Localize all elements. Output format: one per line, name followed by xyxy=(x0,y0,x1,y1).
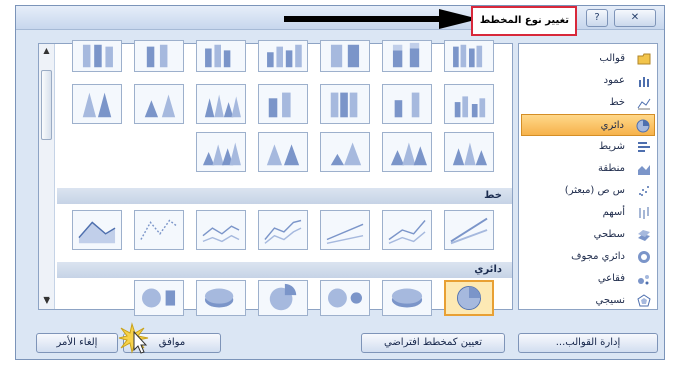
set-as-default-button[interactable]: تعيين كمخطط افتراضي xyxy=(361,333,505,353)
category-area[interactable]: منطقة xyxy=(521,158,655,180)
chart-type-line-markers[interactable] xyxy=(258,210,308,250)
scroll-down-icon[interactable]: ▼ xyxy=(39,296,55,308)
category-line[interactable]: خط xyxy=(521,92,655,114)
section-header-line: خط xyxy=(57,188,512,204)
title-bar: تغيير نوع المخطط ? ✕ xyxy=(16,6,664,36)
chart-type-3d-clustered-column[interactable] xyxy=(444,40,494,72)
chart-type-cylinder-stacked[interactable] xyxy=(382,84,432,124)
scroll-up-icon[interactable]: ▲ xyxy=(40,46,53,58)
surface-chart-icon xyxy=(638,230,650,241)
category-column[interactable]: عمود xyxy=(521,70,655,92)
chart-type-100-stacked-line-markers[interactable] xyxy=(382,210,432,250)
category-pie[interactable]: دائري xyxy=(521,114,655,136)
doughnut-chart-icon xyxy=(638,251,650,263)
category-bar[interactable]: شريط xyxy=(521,136,655,158)
close-button[interactable]: ✕ xyxy=(614,9,656,27)
chart-type-pyramid-100[interactable] xyxy=(320,132,370,172)
chart-type-stacked-cylinder[interactable] xyxy=(134,40,184,72)
chart-type-3d-pie[interactable] xyxy=(382,280,432,316)
chart-type-3d-stacked-column[interactable] xyxy=(382,40,432,72)
chart-type-3d-column[interactable] xyxy=(258,40,308,72)
category-stock[interactable]: أسهم xyxy=(521,202,655,224)
arrow-annotation-icon xyxy=(284,9,479,29)
bubble-chart-icon xyxy=(638,275,649,285)
cursor-click-icon xyxy=(118,322,149,354)
line-chart-icon xyxy=(637,98,651,110)
chart-type-line[interactable] xyxy=(72,210,122,250)
gallery-scrollbar[interactable]: ▲ ▼ xyxy=(39,44,55,309)
category-bubble[interactable]: فقاعي xyxy=(521,268,655,290)
category-surface[interactable]: سطحي xyxy=(521,224,655,246)
folder-icon xyxy=(637,53,651,65)
chart-type-pie-of-pie[interactable] xyxy=(320,280,370,316)
chart-type-100-cylinder[interactable] xyxy=(72,40,122,72)
chart-type-cylinder-100[interactable] xyxy=(320,84,370,124)
scroll-thumb[interactable] xyxy=(41,70,52,140)
change-chart-type-dialog: تغيير نوع المخطط ? ✕ ▲ ▼ خط دائري ▼ قوال… xyxy=(15,5,665,360)
chart-type-3d-line[interactable] xyxy=(444,210,494,250)
pie-chart-icon xyxy=(636,119,650,133)
chart-type-bar-of-pie[interactable] xyxy=(134,280,184,316)
category-radar[interactable]: نسيجي xyxy=(521,290,655,312)
category-templates[interactable]: قوالب xyxy=(521,48,655,70)
chart-type-pie-selected[interactable] xyxy=(444,280,494,316)
chart-type-cone-100[interactable] xyxy=(72,84,122,124)
manage-templates-button[interactable]: إدارة القوالب... xyxy=(518,333,658,353)
chart-type-pyramid-clustered[interactable] xyxy=(444,132,494,172)
column-chart-icon xyxy=(639,77,649,87)
chart-type-exploded-3d-pie[interactable] xyxy=(196,280,246,316)
chart-type-cylinder-3d[interactable] xyxy=(258,84,308,124)
category-doughnut[interactable]: دائري مجوف xyxy=(521,246,655,268)
dialog-title: تغيير نوع المخطط xyxy=(471,6,577,36)
chart-type-3d-100-column[interactable] xyxy=(320,40,370,72)
chart-type-pyramid-3d[interactable] xyxy=(258,132,308,172)
section-header-pie: دائري xyxy=(57,262,512,278)
chart-type-cone-stacked[interactable] xyxy=(134,84,184,124)
chart-category-list: قوالب عمود خط دائري شريط منطقة س ص (مبعث… xyxy=(518,43,658,310)
chart-type-cylinder-clustered[interactable] xyxy=(444,84,494,124)
chart-type-pyramid-stacked[interactable] xyxy=(382,132,432,172)
stock-chart-icon xyxy=(639,207,649,219)
chart-type-100-stacked-line[interactable] xyxy=(196,210,246,250)
area-chart-icon xyxy=(638,165,650,175)
bar-chart-icon xyxy=(638,142,650,152)
radar-chart-icon xyxy=(637,294,651,307)
chart-type-exploded-pie[interactable] xyxy=(258,280,308,316)
chart-type-stacked-line[interactable] xyxy=(134,210,184,250)
help-button[interactable]: ? xyxy=(586,9,608,27)
scatter-chart-icon xyxy=(639,186,649,196)
category-scatter[interactable]: س ص (مبعثر) xyxy=(521,180,655,202)
chart-gallery: ▲ ▼ خط دائري ▼ xyxy=(38,40,513,316)
chart-type-stacked-line-markers[interactable] xyxy=(320,210,370,250)
chart-type-pyramid-column[interactable] xyxy=(196,132,246,172)
chart-type-cone-clustered[interactable] xyxy=(196,84,246,124)
chart-type-cylinder-column[interactable] xyxy=(196,40,246,72)
cancel-button[interactable]: إلغاء الأمر xyxy=(36,333,118,353)
